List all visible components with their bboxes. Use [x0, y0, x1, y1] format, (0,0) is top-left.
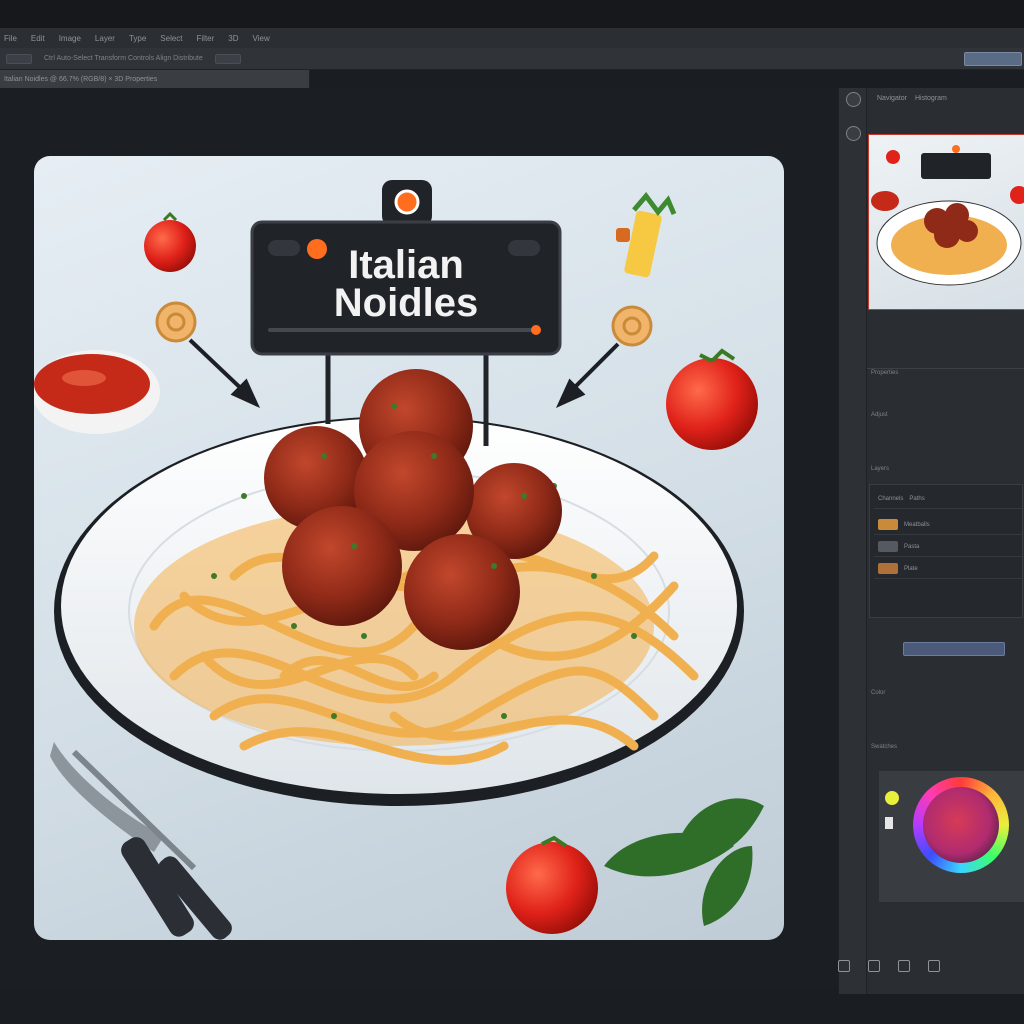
document-tab-label: Italian Noidles @ 66.7% (RGB/8) × 3D Pro…: [4, 75, 158, 83]
workspace-button[interactable]: [964, 52, 1022, 66]
color-picker[interactable]: [879, 771, 1024, 902]
meatballs: [264, 369, 562, 650]
arrow-left: [188, 338, 261, 409]
color-label: Color: [871, 690, 886, 696]
menu-view[interactable]: View: [253, 34, 270, 43]
basil-leaves: [604, 798, 764, 926]
layer-name: Pasta: [904, 543, 920, 550]
tomato-right: [666, 348, 758, 450]
options-field-2[interactable]: [214, 53, 241, 64]
background-swatch-icon[interactable]: [885, 817, 893, 829]
panel-divider: [867, 368, 1024, 369]
options-field-1[interactable]: [6, 53, 32, 64]
tab-histogram[interactable]: Histogram: [915, 95, 947, 102]
title-strip: [0, 0, 1024, 28]
foreground-swatch-icon[interactable]: [885, 791, 899, 805]
swatches-label: Swatches: [871, 744, 898, 750]
collapse-panels-icon[interactable]: [846, 92, 861, 107]
menu-layer[interactable]: Layer: [95, 34, 115, 43]
tomato-top-left: [144, 211, 196, 272]
menu-edit[interactable]: Edit: [31, 34, 45, 43]
layer-row[interactable]: Plate: [874, 559, 1022, 579]
layers-label: Layers: [871, 466, 890, 472]
sign-line-2: Noidles: [334, 281, 478, 325]
color-wheel[interactable]: [913, 777, 1009, 873]
layer-name: Meatballs: [904, 521, 930, 528]
pasta-piece-right: [611, 305, 653, 347]
layers-header: Channels Paths: [874, 489, 1022, 509]
layer-thumbnail: [878, 519, 898, 530]
properties-label: Properties: [871, 370, 899, 376]
menu-image[interactable]: Image: [59, 34, 81, 43]
navigator-preview: [871, 145, 1024, 286]
pasta-piece-left: [155, 301, 197, 343]
canvas-artwork: Italian Noidles: [34, 180, 764, 940]
options-text: Ctrl Auto-Select Transform Controls Alig…: [44, 55, 203, 62]
history-icon[interactable]: [846, 126, 861, 141]
layer-row[interactable]: Pasta: [874, 537, 1022, 557]
mask-icon[interactable]: [868, 960, 880, 972]
panel-footer-icons: [838, 960, 940, 972]
tool-strip: [838, 88, 866, 994]
layer-thumbnail: [878, 563, 898, 574]
paths-tab[interactable]: Paths: [909, 496, 924, 502]
layer-row[interactable]: Meatballs: [874, 515, 1022, 535]
arrow-right: [555, 342, 620, 409]
menu-type[interactable]: Type: [129, 34, 146, 43]
delete-icon[interactable]: [928, 960, 940, 972]
options-bar: Ctrl Auto-Select Transform Controls Alig…: [0, 48, 1024, 70]
adjust-label: Adjust: [871, 412, 888, 418]
menu-bar: File Edit Image Layer Type Select Filter…: [0, 28, 1024, 48]
right-panel: Navigator Histogram Properties Adjust La…: [866, 88, 1024, 994]
new-layer-icon[interactable]: [838, 960, 850, 972]
pasta-bundle: [616, 192, 677, 278]
canvas-document[interactable]: Italian Noidles: [34, 156, 784, 940]
folder-icon[interactable]: [898, 960, 910, 972]
channels-tab[interactable]: Channels: [878, 496, 903, 502]
layer-name: Plate: [904, 565, 918, 572]
opacity-slider[interactable]: [903, 642, 1005, 656]
tomato-bottom: [506, 835, 598, 934]
menu-3d[interactable]: 3D: [228, 34, 238, 43]
layers-panel: Channels Paths Meatballs Pasta Plate: [869, 484, 1023, 618]
menu-select[interactable]: Select: [160, 34, 182, 43]
color-wheel-center: [923, 787, 999, 863]
tab-navigator[interactable]: Navigator: [877, 95, 907, 102]
panel-tabs: Navigator Histogram: [877, 90, 1024, 106]
menu-filter[interactable]: Filter: [197, 34, 215, 43]
document-tab[interactable]: Italian Noidles @ 66.7% (RGB/8) × 3D Pro…: [0, 70, 310, 88]
navigator-thumbnail[interactable]: [868, 134, 1024, 310]
sauce-bowl: [34, 350, 160, 434]
menu-file[interactable]: File: [4, 34, 17, 43]
layer-thumbnail: [878, 541, 898, 552]
